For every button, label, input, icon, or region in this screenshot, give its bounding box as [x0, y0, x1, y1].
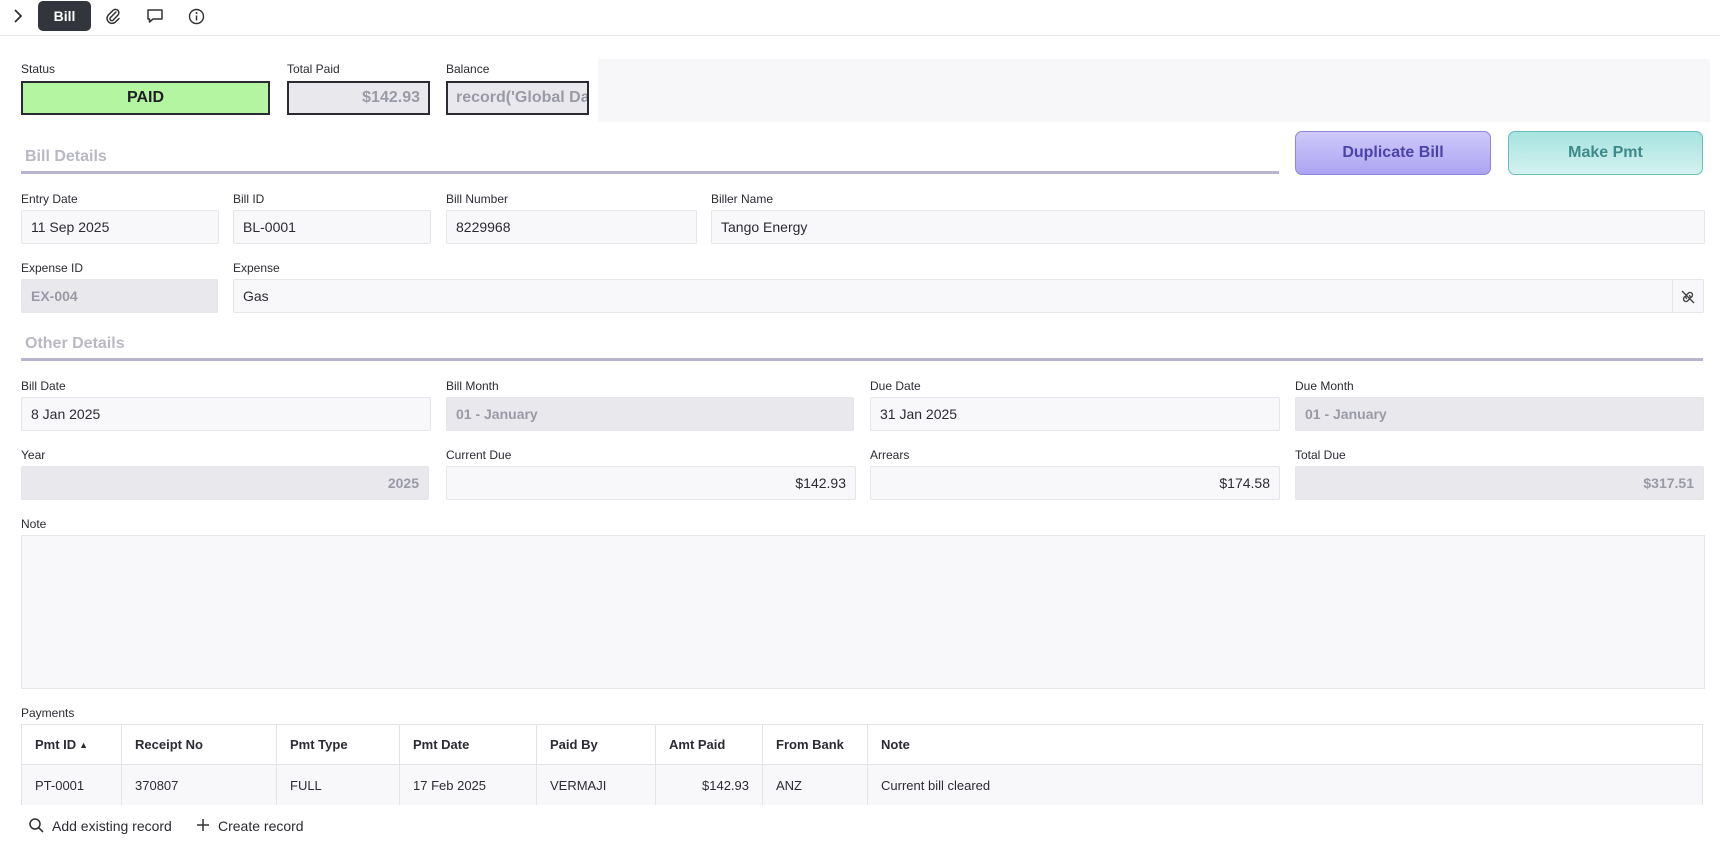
cell-pmt-type: FULL [277, 765, 400, 805]
expense-id-field: EX-004 [21, 279, 218, 313]
status-label: Status [21, 62, 56, 76]
cell-pmt-id[interactable]: PT-0001 [22, 765, 122, 805]
cell-amt-paid: $142.93 [656, 765, 763, 805]
column-header-paid-by[interactable]: Paid By [537, 725, 656, 764]
status-badge: PAID [21, 81, 270, 115]
bill-number-label: Bill Number [446, 192, 509, 206]
sort-ascending-icon: ▲ [79, 739, 89, 750]
column-header-note[interactable]: Note [868, 725, 1702, 764]
column-header-pmt-type[interactable]: Pmt Type [277, 725, 400, 764]
expense-id-label: Expense ID [21, 261, 84, 275]
add-existing-record-button[interactable]: Add existing record [28, 815, 172, 837]
bill-id-label: Bill ID [233, 192, 265, 206]
year-label: Year [21, 448, 46, 462]
duplicate-bill-button[interactable]: Duplicate Bill [1295, 131, 1491, 175]
other-details-divider [21, 358, 1703, 361]
current-due-label: Current Due [446, 448, 512, 462]
create-record-button[interactable]: Create record [196, 815, 304, 837]
add-existing-record-label: Add existing record [52, 818, 172, 834]
expense-field[interactable]: Gas [233, 279, 1704, 313]
paperclip-icon[interactable] [102, 5, 124, 27]
column-header-from-bank[interactable]: From Bank [763, 725, 868, 764]
payments-table: Pmt ID ▲ Receipt No Pmt Type Pmt Date Pa… [21, 724, 1703, 805]
bill-month-field: 01 - January [446, 397, 854, 431]
balance-label: Balance [446, 62, 490, 76]
cell-paid-by: VERMAJI [537, 765, 656, 805]
tab-bill[interactable]: Bill [38, 1, 91, 31]
column-header-receipt-no[interactable]: Receipt No [122, 725, 277, 764]
info-icon[interactable] [185, 5, 207, 27]
arrears-label: Arrears [870, 448, 910, 462]
expense-label: Expense [233, 261, 280, 275]
total-paid-field: $142.93 [287, 81, 430, 115]
create-record-label: Create record [218, 818, 304, 834]
cell-from-bank: ANZ [763, 765, 868, 805]
bill-date-label: Bill Date [21, 379, 66, 393]
note-label: Note [21, 517, 47, 531]
search-icon [28, 817, 44, 836]
biller-name-label: Biller Name [711, 192, 774, 206]
balance-field: record('Global Data [446, 81, 589, 115]
chevron-right-icon[interactable] [8, 5, 28, 27]
comment-icon[interactable] [144, 5, 166, 27]
due-month-label: Due Month [1295, 379, 1354, 393]
total-due-label: Total Due [1295, 448, 1346, 462]
cell-note: Current bill cleared [881, 777, 991, 793]
bill-details-divider [21, 171, 1279, 174]
other-details-title: Other Details [25, 335, 125, 352]
due-date-label: Due Date [870, 379, 921, 393]
payments-label: Payments [21, 706, 75, 720]
table-header-row: Pmt ID ▲ Receipt No Pmt Type Pmt Date Pa… [22, 725, 1702, 765]
bill-details-title: Bill Details [25, 148, 107, 165]
biller-name-field[interactable]: Tango Energy [711, 210, 1705, 244]
arrears-field[interactable]: $174.58 [870, 466, 1280, 500]
column-header-pmt-id[interactable]: Pmt ID ▲ [22, 725, 122, 764]
total-paid-label: Total Paid [287, 62, 340, 76]
total-due-field: $317.51 [1295, 466, 1704, 500]
bill-date-field[interactable]: 8 Jan 2025 [21, 397, 431, 431]
cell-receipt-no: 370807 [122, 765, 277, 805]
summary-panel [598, 59, 1710, 122]
top-toolbar: Bill [0, 0, 1720, 36]
column-header-pmt-date[interactable]: Pmt Date [400, 725, 537, 764]
due-date-field[interactable]: 31 Jan 2025 [870, 397, 1280, 431]
plus-icon [196, 818, 210, 835]
entry-date-field[interactable]: 11 Sep 2025 [21, 210, 219, 244]
year-field: 2025 [21, 466, 429, 500]
due-month-field: 01 - January [1295, 397, 1704, 431]
bill-month-label: Bill Month [446, 379, 499, 393]
bill-number-field[interactable]: 8229968 [446, 210, 697, 244]
entry-date-label: Entry Date [21, 192, 78, 206]
make-payment-button[interactable]: Make Pmt [1508, 131, 1703, 175]
note-textarea[interactable] [21, 535, 1705, 689]
current-due-field[interactable]: $142.93 [446, 466, 856, 500]
column-header-amt-paid[interactable]: Amt Paid [656, 725, 763, 764]
table-row[interactable]: PT-0001 370807 FULL 17 Feb 2025 VERMAJI … [22, 765, 1702, 805]
bill-id-field[interactable]: BL-0001 [233, 210, 431, 244]
cell-pmt-date: 17 Feb 2025 [400, 765, 537, 805]
unlink-icon[interactable] [1672, 280, 1703, 313]
